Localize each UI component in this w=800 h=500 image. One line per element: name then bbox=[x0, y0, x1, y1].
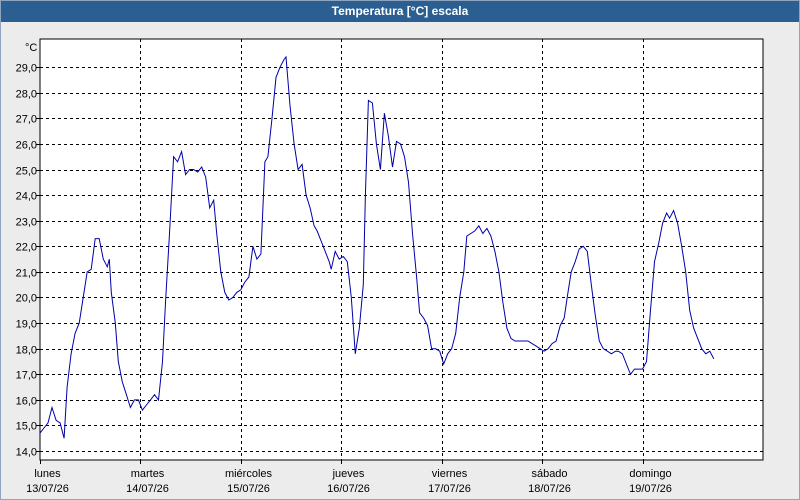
x-tick-label-date: 16/07/26 bbox=[327, 483, 370, 495]
x-tick-label-date: 18/07/26 bbox=[528, 483, 571, 495]
y-tick-label: 18,0 bbox=[16, 345, 37, 357]
y-tick-label: 28,0 bbox=[16, 89, 37, 101]
y-tick-label: 23,0 bbox=[16, 217, 37, 229]
x-tick-label-date: 14/07/26 bbox=[126, 483, 169, 495]
y-tick-label: 25,0 bbox=[16, 166, 37, 178]
y-tick-label: 17,0 bbox=[16, 370, 37, 382]
y-axis-unit: °C bbox=[25, 42, 37, 54]
x-tick-label-day: domingo bbox=[629, 468, 671, 480]
y-tick-label: 16,0 bbox=[16, 396, 37, 408]
y-tick-label: 14,0 bbox=[16, 447, 37, 459]
x-tick-label-day: miércoles bbox=[225, 468, 273, 480]
y-tick-label: 26,0 bbox=[16, 140, 37, 152]
window-title: Temperatura [°C] escala bbox=[1, 1, 799, 22]
chart-window: Temperatura [°C] escala 14,0 15,0 16,0 17,0… bbox=[0, 0, 800, 500]
x-tick-label-date: 19/07/26 bbox=[629, 483, 672, 495]
x-tick-label-date: 17/07/26 bbox=[428, 483, 471, 495]
x-tick-label-date: 13/07/26 bbox=[26, 483, 69, 495]
x-tick-label-day: sábado bbox=[531, 468, 567, 480]
x-tick-label-day: jueves bbox=[332, 468, 365, 480]
y-tick-label: 20,0 bbox=[16, 293, 37, 305]
x-tick-label-day: viernes bbox=[432, 468, 468, 480]
y-tick-labels: 14,0 15,0 16,0 17,0 18,0 19,0 20,0 21,0 22,0 23,0… bbox=[16, 63, 37, 459]
x-tick-label-day: martes bbox=[131, 468, 165, 480]
plot-area bbox=[39, 38, 764, 461]
temperature-chart: 14,0 15,0 16,0 17,0 18,0 19,0 20,0 21,0 22,0 23,0… bbox=[16, 38, 764, 495]
x-tick-label-day: lunes bbox=[34, 468, 61, 480]
y-tick-label: 19,0 bbox=[16, 319, 37, 331]
y-tick-label: 22,0 bbox=[16, 242, 37, 254]
y-tick-label: 15,0 bbox=[16, 421, 37, 433]
x-tick-label-date: 15/07/26 bbox=[227, 483, 270, 495]
x-tick-labels: lunes 13/07/26 martes 14/07/26 miércoles 15/0… bbox=[26, 468, 672, 495]
y-tick-label: 21,0 bbox=[16, 268, 37, 280]
y-tick-label: 24,0 bbox=[16, 191, 37, 203]
y-tick-label: 27,0 bbox=[16, 114, 37, 126]
y-tick-label: 29,0 bbox=[16, 63, 37, 75]
